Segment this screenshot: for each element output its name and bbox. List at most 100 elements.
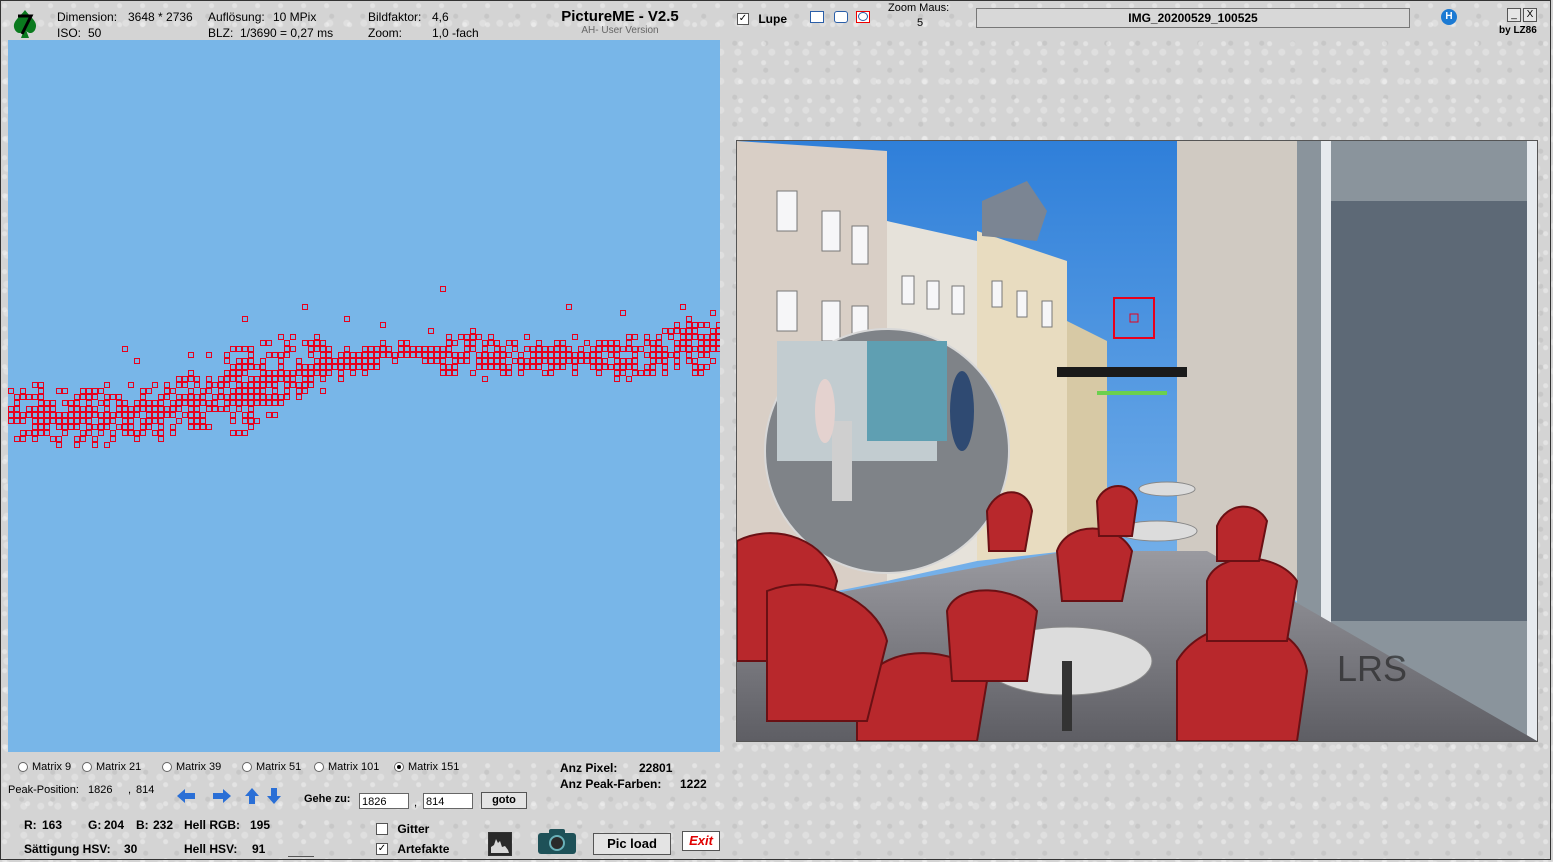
pic-load-button[interactable]: Pic load (593, 833, 671, 855)
arrow-up-icon[interactable] (244, 787, 260, 805)
peak-pixel-marker (32, 430, 38, 436)
divider (288, 856, 314, 857)
peak-pixel-marker (272, 352, 278, 358)
peak-pixel-marker (314, 370, 320, 376)
peak-pixel-marker (368, 352, 374, 358)
peak-pixel-marker (80, 436, 86, 442)
peak-pixel-marker (212, 394, 218, 400)
peak-pixel-marker (200, 424, 206, 430)
peak-pixel-marker (464, 346, 470, 352)
peak-pixel-marker (224, 394, 230, 400)
photo-preview[interactable]: LRS (736, 140, 1538, 742)
exit-button[interactable]: Exit (682, 831, 720, 851)
peak-pixel-marker (536, 352, 542, 358)
close-button[interactable]: X (1523, 8, 1537, 22)
peak-pixel-marker (326, 346, 332, 352)
peak-pixel-marker (272, 382, 278, 388)
matrix-21-radio[interactable]: Matrix 21 (82, 761, 141, 773)
help-icon[interactable]: H (1441, 9, 1457, 25)
zoom-magnifier-panel[interactable] (8, 40, 720, 752)
radio-label: Matrix 39 (176, 761, 222, 774)
peak-pixel-marker (248, 346, 254, 352)
peak-pixel-marker (254, 382, 260, 388)
peak-pixel-marker (116, 406, 122, 412)
peak-pixel-marker (116, 394, 122, 400)
gitter-check-mark[interactable] (376, 822, 388, 835)
radio-circle[interactable] (18, 762, 28, 773)
lens-square-button[interactable] (810, 11, 824, 23)
peak-pixel-marker (620, 370, 626, 376)
peak-pixel-marker (650, 352, 656, 358)
peak-pixel-marker (560, 364, 566, 370)
radio-circle[interactable] (162, 762, 172, 773)
artefakte-check-mark[interactable]: ✓ (376, 842, 388, 855)
peak-pixel-marker (200, 412, 206, 418)
peak-pixel-marker (266, 400, 272, 406)
peak-pixel-marker (104, 406, 110, 412)
peak-pixel-marker (128, 382, 134, 388)
peak-pixel-marker (230, 394, 236, 400)
peak-pixel-marker (284, 388, 290, 394)
lupe-check-mark[interactable]: ✓ (737, 12, 749, 25)
peak-pixel-marker (158, 430, 164, 436)
dimension-value: 3648 * 2736 (128, 10, 193, 24)
peak-pixel-marker (662, 364, 668, 370)
goto-button[interactable]: goto (481, 792, 527, 809)
peak-pixel-marker (92, 394, 98, 400)
matrix-101-radio[interactable]: Matrix 101 (314, 761, 379, 773)
peak-pixel-marker (62, 388, 68, 394)
matrix-151-radio[interactable]: Matrix 151 (394, 761, 459, 773)
peak-pixel-marker (62, 400, 68, 406)
peak-pixel-marker (698, 346, 704, 352)
peak-pixel-marker (440, 364, 446, 370)
arrow-right-icon[interactable] (212, 787, 232, 805)
lens-rounded-button[interactable] (834, 11, 848, 23)
goto-y-input[interactable]: 814 (423, 793, 473, 809)
peak-pixel-marker (482, 358, 488, 364)
radio-circle[interactable] (314, 762, 324, 773)
matrix-51-radio[interactable]: Matrix 51 (242, 761, 301, 773)
peak-pixel-marker (230, 364, 236, 370)
camera-icon[interactable] (537, 827, 577, 855)
peak-pixel-marker (350, 352, 356, 358)
radio-circle[interactable] (82, 762, 92, 773)
radio-circle[interactable] (242, 762, 252, 773)
peak-pixel-marker (446, 370, 452, 376)
peak-pixel-marker (548, 364, 554, 370)
peak-pixel-marker (638, 346, 644, 352)
peak-pixel-marker (290, 382, 296, 388)
gitter-checkbox[interactable]: Gitter (376, 821, 429, 836)
peak-pixel-marker (194, 382, 200, 388)
g-label: G: (88, 818, 102, 832)
peak-pixel-marker (488, 340, 494, 346)
peak-pixel-marker (218, 376, 224, 382)
peak-pixel-marker (68, 424, 74, 430)
matrix-39-radio[interactable]: Matrix 39 (162, 761, 221, 773)
peak-pixel-marker (338, 358, 344, 364)
peak-pixel-marker (158, 418, 164, 424)
goto-x-input[interactable]: 1826 (359, 793, 409, 809)
lens-circle-button[interactable] (856, 11, 870, 23)
peak-pixel-marker (260, 376, 266, 382)
peak-pixel-marker (224, 382, 230, 388)
arrow-left-icon[interactable] (176, 787, 196, 805)
matrix-9-radio[interactable]: Matrix 9 (18, 761, 71, 773)
peak-pixel-marker (164, 412, 170, 418)
peak-pixel-marker (680, 328, 686, 334)
peak-pixel-marker (506, 364, 512, 370)
minimize-button[interactable]: _ (1507, 8, 1521, 22)
artefakte-checkbox[interactable]: ✓ Artefakte (376, 841, 449, 856)
peak-pixel-marker (188, 376, 194, 382)
peak-pixel-marker (98, 424, 104, 430)
peak-pixel-marker (332, 364, 338, 370)
peak-pixel-marker (428, 352, 434, 358)
histogram-icon[interactable] (488, 832, 512, 856)
lupe-checkbox[interactable]: ✓ Lupe (737, 11, 787, 26)
peak-pixel-marker (20, 430, 26, 436)
peak-pixel-marker (68, 406, 74, 412)
peak-pixel-marker (584, 358, 590, 364)
peak-pixel-marker (236, 400, 242, 406)
arrow-down-icon[interactable] (266, 787, 282, 805)
peak-pixel-marker (356, 358, 362, 364)
radio-circle-selected[interactable] (394, 762, 404, 773)
